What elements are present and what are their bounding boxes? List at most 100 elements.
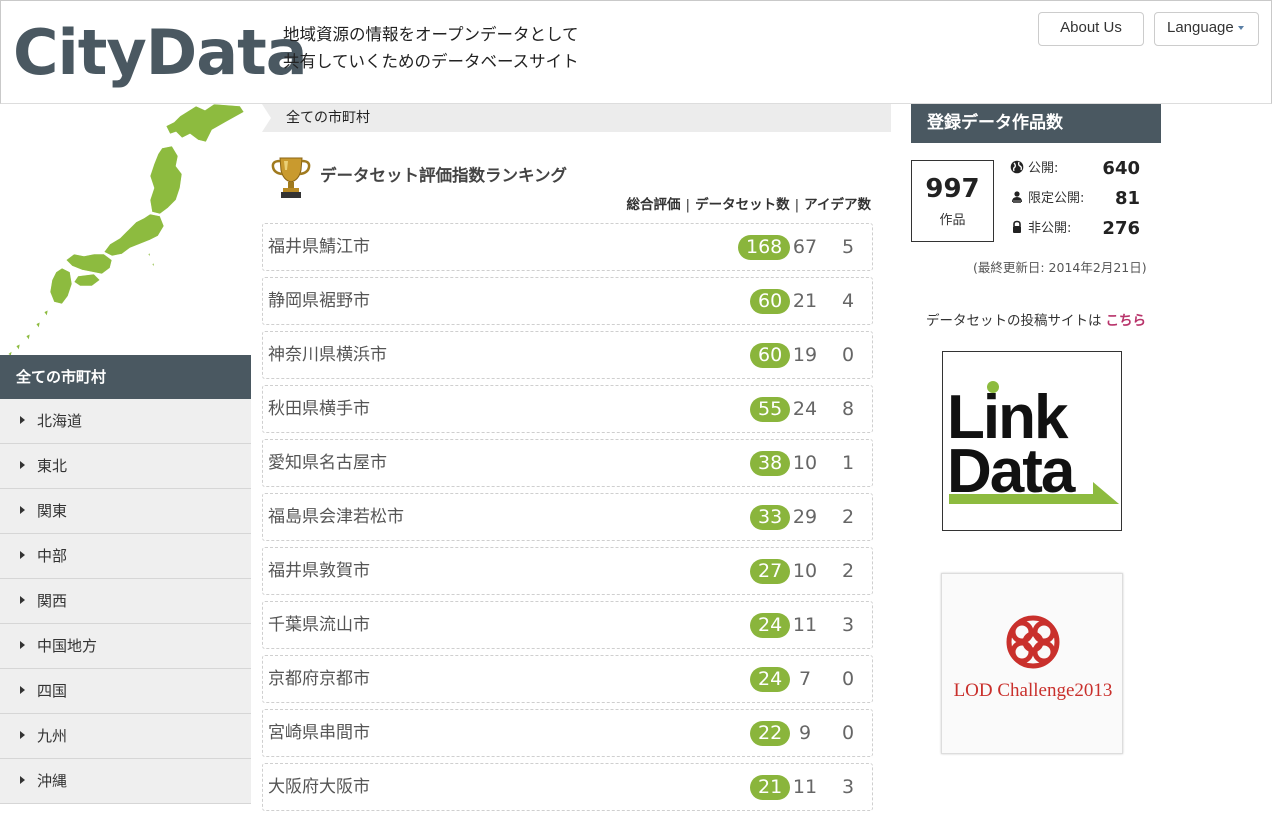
idea-count: 2 [841,506,855,528]
sort-links: 総合評価 | データセット数 | アイデア数 [627,193,871,213]
ranking-row[interactable]: 愛知県名古屋市 38 10 1 [262,439,873,487]
score-badge: 60 [750,289,791,314]
caret-right-icon [20,686,25,694]
score-badge: 24 [750,613,791,638]
sidebar-item-label: 中国地方 [37,637,98,655]
map-region-okinawa [7,309,49,356]
ranking-city-name[interactable]: 神奈川県横浜市 [268,332,387,379]
idea-count: 0 [841,344,855,366]
idea-count: 8 [841,398,855,420]
ranking-city-name[interactable]: 秋田県横手市 [268,386,370,433]
last-updated: (最終更新日: 2014年2月21日) [973,260,1147,275]
linkdata-logo: Link Data [947,381,1119,506]
sidebar-item-kyushu[interactable]: 九州 [0,714,251,759]
idea-count: 5 [841,236,855,258]
stat-public-value: 640 [1102,158,1140,179]
ranking-row[interactable]: 福島県会津若松市 33 29 2 [262,493,873,541]
score-badge: 38 [750,451,791,476]
sidebar-item-chugoku[interactable]: 中国地方 [0,624,251,669]
sort-datasets-link[interactable]: データセット数 [695,197,790,213]
idea-count: 0 [841,722,855,744]
idea-count: 4 [841,290,855,312]
sidebar-item-kansai[interactable]: 関西 [0,579,251,624]
stat-private-value: 276 [1102,218,1140,239]
caret-right-icon [20,641,25,649]
ranking-row[interactable]: 福井県敦賀市 27 10 2 [262,547,873,595]
ranking-row[interactable]: 神奈川県横浜市 60 19 0 [262,331,873,379]
lock-icon [1013,220,1021,233]
map-region-islands [147,252,155,268]
separator: | [794,197,800,213]
stat-public-label: 公開: [1028,161,1059,176]
stat-limited-value: 81 [1114,188,1140,209]
caret-right-icon [20,731,25,739]
sidebar-item-label: 沖縄 [37,772,68,790]
sidebar-item-okinawa[interactable]: 沖縄 [0,759,251,804]
globe-icon [1010,160,1024,174]
sort-overall-link[interactable]: 総合評価 [627,197,681,213]
ranking-row[interactable]: 大阪府大阪市 21 11 3 [262,763,873,811]
ranking-row[interactable]: 福井県鯖江市 168 67 5 [262,223,873,271]
map-region-shikoku [73,273,101,287]
ranking-row[interactable]: 秋田県横手市 55 24 8 [262,385,873,433]
score-badge: 33 [750,505,791,530]
language-dropdown[interactable]: Language [1154,12,1259,46]
site-logo[interactable]: CityData [13,15,308,91]
caret-right-icon [20,506,25,514]
dataset-count: 24 [792,398,818,420]
ranking-city-name[interactable]: 福井県鯖江市 [268,224,370,271]
breadcrumb-arrow-icon [262,104,271,132]
dataset-count: 10 [792,560,818,582]
ranking-city-name[interactable]: 静岡県裾野市 [268,278,370,325]
breadcrumb-current[interactable]: 全ての市町村 [286,110,370,126]
dataset-count: 11 [792,776,818,798]
ranking-city-name[interactable]: 福井県敦賀市 [268,548,370,595]
separator: | [685,197,691,213]
sort-ideas-link[interactable]: アイデア数 [804,197,871,213]
sidebar: 全ての市町村 北海道 東北 関東 中部 関西 中国地方 四国 九州 沖縄 [0,104,251,804]
japan-map[interactable] [0,104,251,356]
lod-challenge-text: LOD Challenge2013 [953,680,1113,701]
post-site-link[interactable]: こちら [1106,313,1147,329]
stat-private: 非公開: 276 [1010,218,1140,240]
linkdata-banner[interactable]: Link Data [942,351,1122,531]
ranking-city-name[interactable]: 宮崎県串間市 [268,710,370,757]
ranking-city-name[interactable]: 愛知県名古屋市 [268,440,387,487]
about-us-button[interactable]: About Us [1038,12,1144,46]
sidebar-item-label: 中部 [37,547,68,565]
score-badge: 60 [750,343,791,368]
score-badge: 27 [750,559,791,584]
tagline-line-2: 共有していくためのデータベースサイト [283,52,579,71]
sidebar-item-tohoku[interactable]: 東北 [0,444,251,489]
region-list: 北海道 東北 関東 中部 関西 中国地方 四国 九州 沖縄 [0,399,251,804]
score-badge: 55 [750,397,791,422]
ranking-row[interactable]: 千葉県流山市 24 11 3 [262,601,873,649]
total-works-box: 997 作品 [911,160,994,242]
dataset-count: 19 [792,344,818,366]
total-works-count: 997 [925,174,980,204]
sidebar-item-kanto[interactable]: 関東 [0,489,251,534]
sidebar-heading[interactable]: 全ての市町村 [0,355,251,399]
ranking-city-name[interactable]: 大阪府大阪市 [268,764,370,811]
lod-challenge-banner[interactable]: LOD Challenge2013 [941,573,1123,754]
ranking-city-name[interactable]: 千葉県流山市 [268,602,370,649]
sidebar-item-label: 関西 [37,592,68,610]
ranking-row[interactable]: 静岡県裾野市 60 21 4 [262,277,873,325]
ranking-row[interactable]: 京都府京都市 24 7 0 [262,655,873,703]
sidebar-item-shikoku[interactable]: 四国 [0,669,251,714]
dataset-count: 9 [798,722,812,744]
sidebar-item-chubu[interactable]: 中部 [0,534,251,579]
ranking-row[interactable]: 宮崎県串間市 22 9 0 [262,709,873,757]
ranking-city-name[interactable]: 福島県会津若松市 [268,494,404,541]
stat-public: 公開: 640 [1010,158,1140,180]
ranking-city-name[interactable]: 京都府京都市 [268,656,370,703]
total-works-unit: 作品 [939,213,966,228]
score-badge: 21 [750,775,791,800]
stat-private-label: 非公開: [1028,221,1072,236]
ranking-list: 福井県鯖江市 168 67 5 静岡県裾野市 60 21 4 神奈川県横浜市 60 19 0 秋田県横手… [262,223,873,817]
sidebar-item-label: 九州 [37,727,68,745]
score-badge: 24 [750,667,791,692]
sidebar-item-label: 関東 [37,502,68,520]
dataset-count: 29 [792,506,818,528]
sidebar-item-hokkaido[interactable]: 北海道 [0,399,251,444]
